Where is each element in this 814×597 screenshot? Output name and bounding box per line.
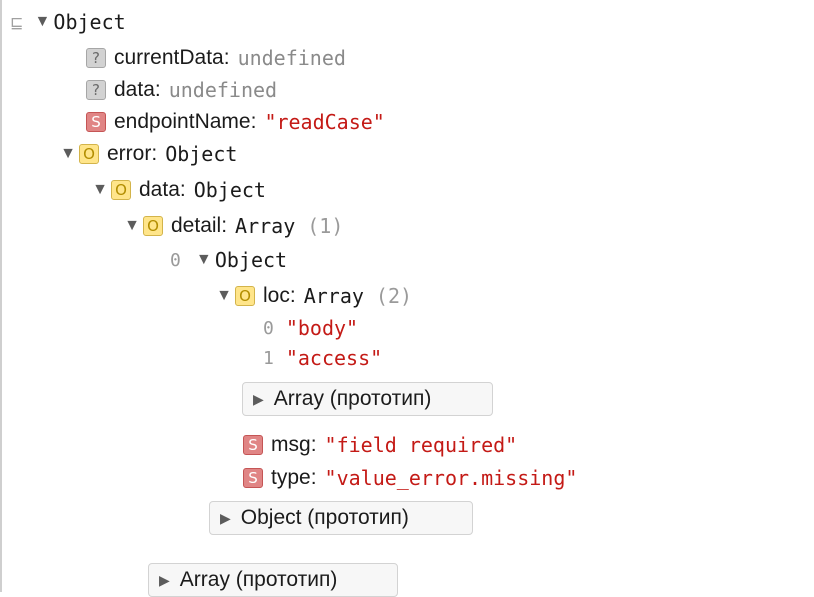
property-value: "value_error.missing" — [324, 466, 578, 490]
item-value: "access" — [285, 346, 383, 370]
loc-item-1[interactable]: 1 "access" — [263, 343, 382, 373]
property-key: endpointName — [114, 110, 251, 133]
expand-triangle-icon[interactable]: ▼ — [89, 181, 111, 199]
property-key: currentData — [114, 46, 224, 69]
prototype-label: Object (прототип) — [240, 506, 409, 529]
prototype-label: Array (прототип) — [179, 568, 338, 591]
colon: : — [179, 178, 186, 201]
expand-triangle-icon[interactable]: ▼ — [31, 13, 53, 31]
expand-triangle-icon[interactable]: ▼ — [213, 287, 235, 305]
property-value: "field required" — [324, 433, 518, 457]
property-key: data — [114, 78, 155, 101]
colon: : — [154, 78, 161, 101]
property-detail[interactable]: ▼ O detail: Array (1) — [121, 211, 343, 241]
array-item-0[interactable]: 0 ▼ Object — [170, 245, 287, 275]
colon: : — [310, 466, 317, 489]
colon: : — [151, 142, 158, 165]
string-type-icon: S — [243, 468, 263, 488]
property-value: "readCase" — [264, 110, 385, 134]
collapsed-triangle-icon: ▶ — [159, 571, 170, 588]
root-object-label: Object — [53, 10, 126, 34]
string-type-icon: S — [86, 112, 106, 132]
property-value: Array — [235, 214, 296, 238]
property-key: error — [107, 142, 152, 165]
property-key: msg — [271, 433, 311, 456]
property-key: type — [271, 466, 311, 489]
object-type-icon: O — [111, 180, 131, 200]
object-type-icon: O — [143, 216, 163, 236]
property-key: loc — [263, 284, 290, 307]
string-type-icon: S — [243, 435, 263, 455]
array-index: 0 — [170, 249, 181, 271]
property-value: Object — [165, 142, 238, 166]
colon: : — [221, 214, 228, 237]
property-loc[interactable]: ▼ O loc: Array (2) — [213, 281, 412, 311]
colon: : — [310, 433, 317, 456]
colon: : — [223, 46, 230, 69]
item-value: Object — [214, 248, 288, 272]
property-data[interactable]: ? data: undefined — [86, 75, 277, 105]
property-value: Array — [303, 284, 364, 308]
colon: : — [289, 284, 296, 307]
array-count: (1) — [307, 214, 344, 238]
property-type[interactable]: S type: "value_error.missing" — [243, 463, 577, 493]
property-endpointName[interactable]: S endpointName: "readCase" — [86, 107, 385, 137]
object-type-icon: O — [235, 286, 255, 306]
property-value: Object — [193, 178, 266, 202]
object-prototype-button[interactable]: ▶ Object (прототип) — [209, 501, 473, 535]
expand-triangle-icon[interactable]: ▼ — [121, 217, 143, 235]
property-error[interactable]: ▼ O error: Object — [57, 139, 237, 169]
collapsed-triangle-icon: ▶ — [220, 509, 231, 526]
property-currentData[interactable]: ? currentData: undefined — [86, 43, 346, 73]
undefined-type-icon: ? — [86, 80, 106, 100]
array-prototype-button[interactable]: ▶ Array (прототип) — [242, 382, 493, 416]
property-msg[interactable]: S msg: "field required" — [243, 430, 517, 460]
root-object-row[interactable]: ⊑ ▼ Object — [10, 7, 126, 37]
undefined-type-icon: ? — [86, 48, 106, 68]
array-index: 1 — [263, 347, 274, 369]
property-value: undefined — [237, 46, 346, 70]
loc-item-0[interactable]: 0 "body" — [263, 313, 358, 343]
property-value: undefined — [168, 78, 278, 102]
expand-triangle-icon[interactable]: ▼ — [57, 145, 79, 163]
array-count: (2) — [375, 284, 413, 308]
expand-triangle-icon[interactable]: ▼ — [193, 251, 215, 269]
array-index: 0 — [263, 317, 274, 339]
left-gutter — [0, 0, 2, 592]
property-key: data — [139, 178, 180, 201]
tree-outline-icon: ⊑ — [10, 12, 24, 32]
item-value: "body" — [285, 316, 359, 340]
property-error-data[interactable]: ▼ O data: Object — [89, 175, 266, 205]
colon: : — [250, 110, 257, 133]
collapsed-triangle-icon: ▶ — [253, 390, 264, 407]
object-type-icon: O — [79, 144, 99, 164]
property-key: detail — [171, 214, 222, 237]
prototype-label: Array (прототип) — [273, 387, 432, 410]
